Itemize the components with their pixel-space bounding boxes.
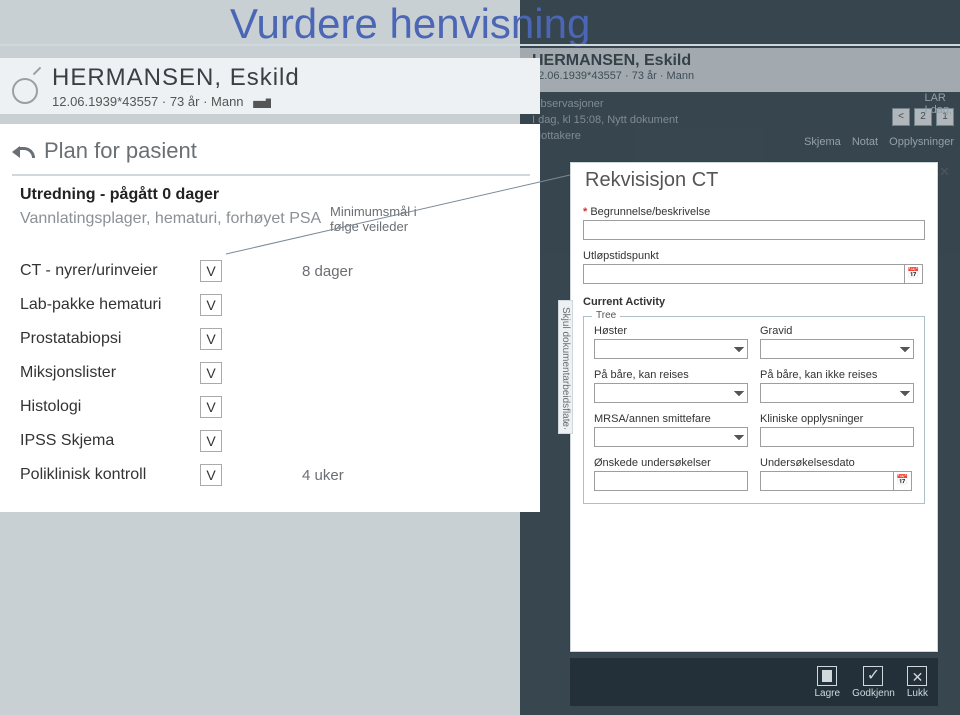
godkjenn-button[interactable]: Godkjenn <box>852 666 895 699</box>
plan-item-note: 8 dager <box>302 263 353 280</box>
input-usdato[interactable] <box>760 471 894 491</box>
label-begrunnelse: Begrunnelse/beskrivelse <box>583 206 925 218</box>
plan-item-miksjon[interactable]: Miksjonslister V <box>20 356 530 390</box>
form-action-bar: Lagre Godkjenn Lukk <box>570 658 938 706</box>
form-close-icon[interactable]: ✕ <box>939 164 950 180</box>
input-begrunnelse[interactable] <box>583 220 925 240</box>
bg-obs: Observasjoner <box>532 98 604 110</box>
select-gravid[interactable] <box>760 339 914 359</box>
plan-item-label: CT - nyrer/urinveier <box>20 262 200 280</box>
plan-item-ipss[interactable]: IPSS Skjema V <box>20 424 530 458</box>
bg-lar-sub: I dag, <box>924 104 952 116</box>
plan-item-label: Prostatabiopsi <box>20 330 200 348</box>
patient-name: HERMANSEN, Eskild <box>52 64 300 92</box>
min-note: Minimumsmål i følge veileder <box>330 204 417 234</box>
plan-item-label: Lab-pakke hematuri <box>20 296 200 314</box>
lagre-label: Lagre <box>814 688 840 699</box>
select-baare-ikke[interactable] <box>760 383 914 403</box>
label-onskede: Ønskede undersøkelser <box>594 457 748 469</box>
lukk-button[interactable]: Lukk <box>907 666 928 699</box>
select-mrsa[interactable] <box>594 427 748 447</box>
bg-tab-skjema[interactable]: Skjema <box>804 136 841 148</box>
patient-subline: 12.06.1939*43557 · 73 år · Mann <box>52 94 300 109</box>
plan-item-label: Histologi <box>20 398 200 416</box>
plan-item-lab[interactable]: Lab-pakke hematuri V <box>20 288 530 322</box>
utredning-heading: Utredning - pågått 0 dager <box>20 186 530 204</box>
lukk-label: Lukk <box>907 688 928 699</box>
patient-id-line: 12.06.1939*43557 · 73 år · Mann <box>52 94 244 109</box>
patient-banner: HERMANSEN, Eskild 12.06.1939*43557 · 73 … <box>0 58 540 114</box>
male-gender-icon <box>8 68 44 104</box>
plan-card: Plan for pasient Utredning - pågått 0 da… <box>0 124 540 512</box>
plan-header-label: Plan for pasient <box>44 138 197 164</box>
min-note-1: Minimumsmål i <box>330 204 417 219</box>
status-box[interactable]: V <box>200 328 222 350</box>
utredning-sub: Vannlatingsplager, hematuri, forhøyet PS… <box>20 210 530 228</box>
label-baare-reise: På båre, kan reises <box>594 369 748 381</box>
save-icon <box>817 666 837 686</box>
label-hoster: Høster <box>594 325 748 337</box>
collapse-handle-icon[interactable]: ⋮ <box>560 420 570 431</box>
bg-obs-sub: I dag, kl 15:08, Nytt dokument <box>532 114 678 126</box>
label-kliniske: Kliniske opplysninger <box>760 413 914 425</box>
label-usdato: Undersøkelsesdato <box>760 457 914 469</box>
lagre-button[interactable]: Lagre <box>814 666 840 699</box>
plan-item-note: 4 uker <box>302 467 344 484</box>
plan-header[interactable]: Plan for pasient <box>12 138 530 176</box>
plan-item-poliklinisk[interactable]: Poliklinisk kontroll V 4 uker <box>20 458 530 492</box>
bg-patient-name: HERMANSEN, Eskild <box>520 48 960 70</box>
plan-item-label: Miksjonslister <box>20 364 200 382</box>
rekvisisjon-form: Rekvisisjon CT Begrunnelse/beskrivelse U… <box>570 162 938 652</box>
godkjenn-label: Godkjenn <box>852 688 895 699</box>
bg-lar: LAR I dag, <box>924 92 952 116</box>
form-title: Rekvisisjon CT <box>571 163 937 192</box>
bg-tab-notat[interactable]: Notat <box>852 136 878 148</box>
input-onskede[interactable] <box>594 471 748 491</box>
plan-item-label: IPSS Skjema <box>20 432 200 450</box>
select-baare-reise[interactable] <box>594 383 748 403</box>
min-note-2: følge veileder <box>330 219 417 234</box>
bg-patient-banner: HERMANSEN, Eskild 12.06.1939*43557 · 73 … <box>520 48 960 92</box>
bg-tab-opplysninger[interactable]: Opplysninger <box>889 136 954 148</box>
reply-arrow-icon <box>12 143 34 159</box>
title-divider <box>0 44 960 46</box>
plan-item-label: Poliklinisk kontroll <box>20 466 200 484</box>
current-activity-heading: Current Activity <box>583 296 925 308</box>
status-box[interactable]: V <box>200 362 222 384</box>
close-icon <box>907 666 927 686</box>
bg-lar-title: LAR <box>924 92 952 104</box>
status-box[interactable]: V <box>200 294 222 316</box>
bed-icon <box>253 96 271 108</box>
calendar-icon[interactable]: 📅 <box>905 264 923 284</box>
plan-item-biopsi[interactable]: Prostatabiopsi V <box>20 322 530 356</box>
collapse-tab[interactable]: Skjul dokumentarbeidsflate <box>558 300 573 434</box>
page-title: Vurdere henvisning <box>230 0 590 48</box>
input-utlop[interactable] <box>583 264 905 284</box>
bg-tabs: Skjema Notat Opplysninger <box>796 136 954 148</box>
label-utlop: Utløpstidspunkt <box>583 250 925 262</box>
label-mrsa: MRSA/annen smittefare <box>594 413 748 425</box>
label-gravid: Gravid <box>760 325 914 337</box>
fieldset-tree: Tree Høster Gravid På båre, kan reises P… <box>583 316 925 504</box>
plan-item-ct[interactable]: CT - nyrer/urinveier V 8 dager <box>20 254 530 288</box>
check-icon <box>863 666 883 686</box>
plan-item-histologi[interactable]: Histologi V <box>20 390 530 424</box>
select-hoster[interactable] <box>594 339 748 359</box>
label-baare-ikke: På båre, kan ikke reises <box>760 369 914 381</box>
status-box[interactable]: V <box>200 464 222 486</box>
input-kliniske[interactable] <box>760 427 914 447</box>
status-box[interactable]: V <box>200 430 222 452</box>
fieldset-legend: Tree <box>592 310 620 321</box>
status-box[interactable]: V <box>200 396 222 418</box>
bg-patient-sub: 12.06.1939*43557 · 73 år · Mann <box>520 70 960 82</box>
calendar-icon[interactable]: 📅 <box>894 471 912 491</box>
status-box[interactable]: V <box>200 260 222 282</box>
